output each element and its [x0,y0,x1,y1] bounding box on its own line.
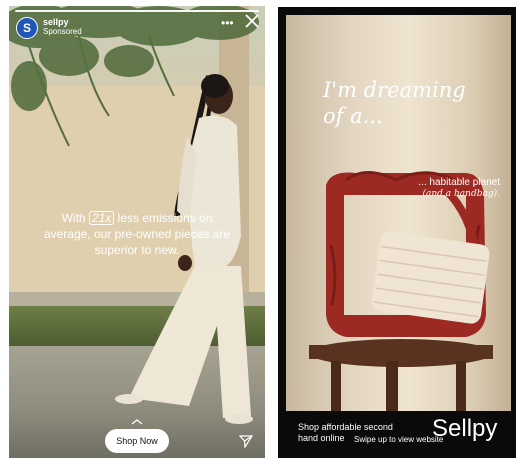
swipe-up-link[interactable]: Swipe up to view website [354,435,443,444]
sponsored-label: Sponsored [43,27,82,36]
story-right[interactable]: I'm dreaming of a... ... habitable plane… [278,7,516,458]
product-photo [286,15,511,411]
story-progress-bar [15,10,259,12]
story-left[interactable]: S sellpy Sponsored ••• With 21x less emi… [9,6,265,458]
chevron-up-icon[interactable] [131,419,143,425]
brand-avatar[interactable]: S [16,17,38,39]
ad-subline-italic: (and a handbag). [422,189,500,199]
send-icon[interactable] [239,434,253,448]
caption-pre: With [61,211,86,225]
caption-highlight: 21x [88,211,115,225]
brand-name[interactable]: sellpy [43,17,69,27]
shop-now-button[interactable]: Shop Now [105,429,169,453]
sellpy-logo: Sellpy [432,415,498,442]
bag-sculpture-art [309,171,493,411]
more-icon[interactable]: ••• [221,16,234,30]
close-icon[interactable] [243,12,261,30]
ad-headline: I'm dreaming of a... [323,78,466,128]
ad-subline: ... habitable planet [418,177,500,188]
story-caption: With 21x less emissions on average, our … [39,210,235,258]
